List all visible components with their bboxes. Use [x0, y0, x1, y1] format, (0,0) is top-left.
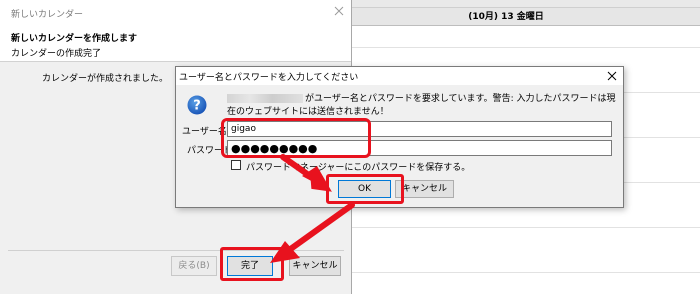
password-dialog-message: がユーザー名とパスワードを要求しています。警告: 入力したパスワードは現在のウェ…	[227, 93, 619, 119]
password-dialog: ユーザー名とパスワードを入力してください ? がユーザー名とパスワードを要求して…	[175, 66, 624, 208]
calendar-day-header-label: (10月) 13 金曜日	[468, 12, 544, 22]
wizard-body-text: カレンダーが作成されました。	[42, 74, 169, 84]
question-icon: ?	[187, 95, 207, 115]
password-cancel-button[interactable]: キャンセル	[395, 180, 454, 198]
password-field[interactable]	[227, 140, 612, 156]
save-password-checkbox[interactable]	[231, 160, 241, 170]
wizard-cancel-button[interactable]: キャンセル	[289, 256, 341, 276]
close-icon[interactable]	[333, 5, 345, 17]
calendar-day-header[interactable]: (10月) 13 金曜日	[352, 8, 700, 26]
username-field[interactable]	[227, 121, 612, 137]
calendar-hour-line	[352, 272, 700, 273]
close-icon[interactable]	[607, 71, 617, 81]
calendar-hour-line	[352, 227, 700, 228]
password-dialog-title: ユーザー名とパスワードを入力してください	[179, 73, 359, 83]
calendar-hour-line	[352, 47, 700, 48]
wizard-header: 新しいカレンダーを作成します カレンダーの作成完了	[0, 24, 351, 62]
wizard-divider	[8, 250, 344, 251]
wizard-header-title: 新しいカレンダーを作成します	[11, 34, 138, 44]
wizard-window-title: 新しいカレンダー	[11, 10, 84, 20]
password-dialog-titlebar[interactable]: ユーザー名とパスワードを入力してください	[176, 67, 623, 85]
username-label: ユーザー名:	[182, 127, 230, 137]
wizard-header-subtitle: カレンダーの作成完了	[11, 49, 102, 59]
done-button[interactable]: 完了	[227, 256, 273, 276]
svg-text:?: ?	[193, 99, 201, 114]
ok-button[interactable]: OK	[338, 180, 391, 198]
blurred-site-name	[227, 94, 303, 103]
back-button[interactable]: 戻る(B)	[171, 256, 217, 276]
wizard-titlebar[interactable]: 新しいカレンダー	[0, 0, 351, 24]
save-password-label[interactable]: パスワードマネージャーにこのパスワードを保存する。	[246, 160, 470, 173]
